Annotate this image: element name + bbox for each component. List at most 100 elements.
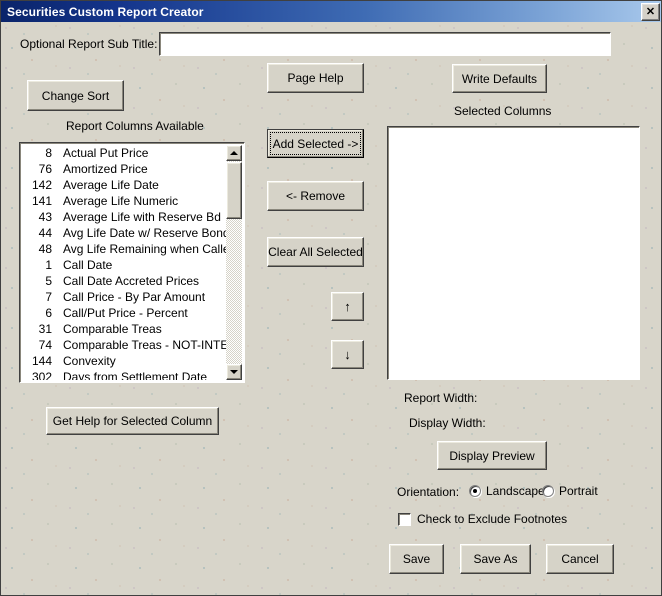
display-width-label: Display Width: — [409, 416, 486, 430]
add-selected-label: Add Selected -> — [273, 137, 359, 151]
save-as-button[interactable]: Save As — [460, 544, 531, 574]
orientation-label: Orientation: — [397, 485, 459, 499]
list-item-number: 7 — [22, 289, 52, 305]
display-preview-label: Display Preview — [449, 449, 534, 463]
add-selected-button[interactable]: Add Selected -> — [267, 129, 364, 158]
report-columns-available-listbox[interactable]: 8Actual Put Price76Amortized Price142Ave… — [19, 142, 245, 383]
list-item[interactable]: 141Average Life Numeric — [22, 193, 228, 209]
move-down-button[interactable]: ↓ — [331, 340, 364, 369]
list-item[interactable]: 43Average Life with Reserve Bd — [22, 209, 228, 225]
report-columns-available-caption: Report Columns Available — [66, 119, 204, 133]
list-item-number: 142 — [22, 177, 52, 193]
list-item[interactable]: 44Avg Life Date w/ Reserve Bond — [22, 225, 228, 241]
list-item[interactable]: 142Average Life Date — [22, 177, 228, 193]
list-item[interactable]: 8Actual Put Price — [22, 145, 228, 161]
list-item[interactable]: 76Amortized Price — [22, 161, 228, 177]
clear-all-selected-label: Clear All Selected — [268, 245, 363, 259]
scroll-down-icon[interactable] — [226, 364, 242, 380]
arrow-up-icon: ↑ — [344, 300, 351, 313]
change-sort-button[interactable]: Change Sort — [27, 80, 124, 111]
list-item-name: Call/Put Price - Percent — [52, 305, 188, 321]
subtitle-input[interactable] — [159, 32, 611, 56]
close-glyph: ✕ — [646, 7, 655, 18]
close-icon[interactable]: ✕ — [641, 3, 660, 21]
remove-button[interactable]: <- Remove — [267, 181, 364, 211]
window-titlebar: Securities Custom Report Creator ✕ — [1, 1, 662, 22]
list-item-number: 5 — [22, 273, 52, 289]
scroll-up-icon[interactable] — [226, 145, 242, 161]
list-item-number: 6 — [22, 305, 52, 321]
list-item[interactable]: 6Call/Put Price - Percent — [22, 305, 228, 321]
list-item-number: 302 — [22, 369, 52, 380]
get-help-for-selected-column-button[interactable]: Get Help for Selected Column — [46, 407, 219, 435]
list-item-name: Call Date Accreted Prices — [52, 273, 199, 289]
move-up-button[interactable]: ↑ — [331, 292, 364, 321]
list-item-number: 48 — [22, 241, 52, 257]
selected-columns-listbox[interactable] — [387, 126, 640, 380]
list-item-number: 44 — [22, 225, 52, 241]
list-item-name: Comparable Treas — [52, 321, 162, 337]
write-defaults-button[interactable]: Write Defaults — [452, 64, 547, 93]
report-width-label: Report Width: — [404, 391, 477, 405]
list-item[interactable]: 144Convexity — [22, 353, 228, 369]
radio-portrait-indicator[interactable] — [542, 485, 554, 497]
remove-label: <- Remove — [286, 189, 345, 203]
get-help-label: Get Help for Selected Column — [53, 414, 212, 428]
subtitle-label: Optional Report Sub Title: — [20, 37, 157, 51]
page-help-button[interactable]: Page Help — [267, 63, 364, 93]
list-item-name: Average Life Date — [52, 177, 159, 193]
display-preview-button[interactable]: Display Preview — [437, 441, 547, 470]
list-item-number: 8 — [22, 145, 52, 161]
radio-landscape-label: Landscape — [486, 484, 545, 498]
cancel-label: Cancel — [561, 552, 598, 566]
list-item-number: 141 — [22, 193, 52, 209]
exclude-footnotes-label: Check to Exclude Footnotes — [417, 512, 567, 526]
change-sort-label: Change Sort — [42, 89, 109, 103]
clear-all-selected-button[interactable]: Clear All Selected — [267, 237, 364, 267]
list-item[interactable]: 302Days from Settlement Date — [22, 369, 228, 380]
list-item-name: Convexity — [52, 353, 116, 369]
radio-landscape-indicator[interactable] — [469, 485, 481, 497]
list-item-name: Actual Put Price — [52, 145, 148, 161]
list-item-name: Call Price - By Par Amount — [52, 289, 205, 305]
save-button[interactable]: Save — [389, 544, 444, 574]
write-defaults-label: Write Defaults — [462, 72, 537, 86]
list-item[interactable]: 5Call Date Accreted Prices — [22, 273, 228, 289]
exclude-footnotes-checkbox[interactable] — [398, 513, 411, 526]
list-item-name: Average Life Numeric — [52, 193, 178, 209]
window-title: Securities Custom Report Creator — [1, 5, 204, 19]
selected-columns-caption: Selected Columns — [454, 104, 551, 118]
list-item-name: Comparable Treas - NOT-INTER — [52, 337, 228, 353]
radio-portrait-label: Portrait — [559, 484, 598, 498]
list-item[interactable]: 48Avg Life Remaining when Called — [22, 241, 228, 257]
list-item-name: Days from Settlement Date — [52, 369, 207, 380]
report-columns-list[interactable]: 8Actual Put Price76Amortized Price142Ave… — [22, 145, 228, 380]
list-item[interactable]: 1Call Date — [22, 257, 228, 273]
list-item-number: 1 — [22, 257, 52, 273]
list-item[interactable]: 31Comparable Treas — [22, 321, 228, 337]
list-item-number: 76 — [22, 161, 52, 177]
list-item-number: 31 — [22, 321, 52, 337]
orientation-radio-portrait[interactable]: Portrait — [542, 484, 598, 498]
save-as-label: Save As — [473, 552, 517, 566]
arrow-down-icon: ↓ — [344, 348, 351, 361]
selected-columns-list[interactable] — [390, 129, 637, 377]
list-item-number: 43 — [22, 209, 52, 225]
list-item-name: Average Life with Reserve Bd — [52, 209, 221, 225]
list-item-name: Amortized Price — [52, 161, 148, 177]
list-item-number: 144 — [22, 353, 52, 369]
save-label: Save — [403, 552, 430, 566]
list-item-number: 74 — [22, 337, 52, 353]
list-item[interactable]: 74Comparable Treas - NOT-INTER — [22, 337, 228, 353]
exclude-footnotes-checkbox-row[interactable]: Check to Exclude Footnotes — [398, 512, 567, 526]
list-item-name: Avg Life Remaining when Called — [52, 241, 228, 257]
page-help-label: Page Help — [287, 71, 343, 85]
list-item[interactable]: 7Call Price - By Par Amount — [22, 289, 228, 305]
orientation-radio-landscape[interactable]: Landscape — [469, 484, 545, 498]
list-item-name: Avg Life Date w/ Reserve Bond — [52, 225, 228, 241]
scrollbar-thumb[interactable] — [226, 162, 242, 219]
list-item-name: Call Date — [52, 257, 112, 273]
cancel-button[interactable]: Cancel — [546, 544, 614, 574]
listbox-vertical-scrollbar[interactable] — [226, 145, 242, 380]
securities-custom-report-creator-window: Securities Custom Report Creator ✕ Optio… — [0, 0, 662, 596]
